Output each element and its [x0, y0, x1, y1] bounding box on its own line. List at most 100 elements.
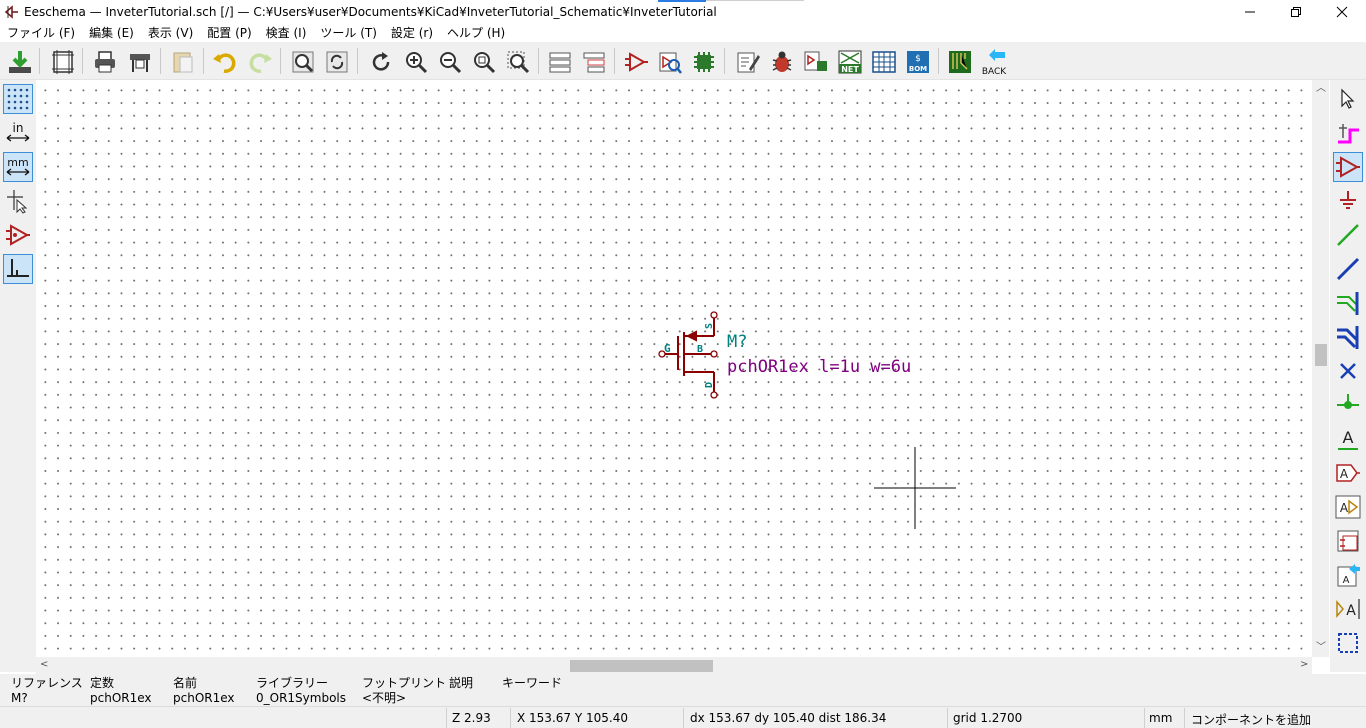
symbol-editor-button[interactable] [621, 47, 651, 77]
zoom-fit-icon [474, 52, 496, 74]
info-keywords-header: キーワード [502, 676, 563, 690]
no-connect-button[interactable] [1333, 356, 1363, 386]
ground-icon [1340, 191, 1356, 209]
leave-sheet-button[interactable] [579, 47, 609, 77]
info-library: ライブラリー 0_OR1Symbols [256, 676, 346, 706]
bus-to-bus-entry-button[interactable] [1333, 322, 1363, 352]
scroll-left-arrow-icon[interactable]: < [40, 660, 48, 670]
info-name: 名前 pchOR1ex [173, 676, 235, 706]
vertical-scroll-thumb[interactable] [1315, 344, 1327, 366]
minimize-button[interactable] [1227, 0, 1273, 24]
symbol-fields-table-button[interactable] [869, 47, 899, 77]
cursor-shape-button[interactable] [3, 186, 33, 216]
import-sheet-pin-button[interactable]: A [1333, 560, 1363, 590]
hierarchy-navigator-button[interactable] [545, 47, 575, 77]
pin-s-label: S [704, 323, 715, 329]
add-label-button[interactable]: A [1333, 424, 1363, 454]
menu-tools[interactable]: ツール (T) [313, 24, 384, 42]
add-bus-button[interactable] [1333, 254, 1363, 284]
symbol-library-browser-button[interactable] [655, 47, 685, 77]
menu-place[interactable]: 配置 (P) [200, 24, 258, 42]
menu-edit[interactable]: 編集 (E) [82, 24, 141, 42]
refresh-button[interactable] [366, 47, 396, 77]
footprint-editor-button[interactable] [689, 47, 719, 77]
back-annotate-button[interactable]: BACK [979, 47, 1009, 77]
wire-to-bus-entry-button[interactable] [1333, 288, 1363, 318]
zoom-in-button[interactable] [401, 47, 431, 77]
arrow-pointer-icon [1341, 88, 1355, 109]
units-mm-button[interactable]: mm [3, 152, 33, 182]
hidden-pins-button[interactable] [3, 220, 33, 250]
add-sheet-pin-button[interactable]: A [1333, 594, 1363, 624]
status-zoom: Z 2.93 [452, 711, 491, 725]
units-inch-button[interactable]: in [3, 118, 33, 148]
menu-help[interactable]: ヘルプ (H) [440, 24, 512, 42]
erc-button[interactable] [767, 47, 797, 77]
horizontal-scrollbar[interactable]: < > [36, 657, 1312, 674]
print-button[interactable] [90, 47, 120, 77]
global-label-icon: A [1336, 464, 1360, 482]
find-button[interactable] [288, 47, 318, 77]
paste-button[interactable] [168, 47, 198, 77]
scroll-up-arrow-icon[interactable]: ︿ [1316, 84, 1326, 94]
save-icon [9, 51, 31, 73]
undo-button[interactable] [210, 47, 240, 77]
vertical-scrollbar[interactable]: ︿ ﹀ [1312, 80, 1329, 657]
printer-icon [95, 51, 115, 73]
horizontal-scroll-thumb[interactable] [570, 660, 713, 672]
toolbar-separator [39, 48, 40, 74]
add-global-label-button[interactable]: A [1333, 458, 1363, 488]
scroll-right-arrow-icon[interactable]: > [1300, 660, 1308, 670]
grid-toggle-button[interactable] [3, 84, 33, 114]
add-hierarchical-sheet-button[interactable] [1333, 526, 1363, 556]
table-icon [872, 51, 896, 73]
bom-button[interactable]: $ BOM [903, 47, 933, 77]
add-wire-button[interactable] [1333, 220, 1363, 250]
add-junction-button[interactable] [1333, 390, 1363, 420]
find-replace-icon [326, 51, 348, 73]
menu-preferences[interactable]: 設定 (r) [384, 24, 440, 42]
info-footprint-header: フットプリント [362, 676, 447, 690]
add-power-button[interactable] [1333, 186, 1363, 216]
assign-footprints-button[interactable] [801, 47, 831, 77]
undo-icon [213, 53, 236, 73]
pmos-symbol[interactable]: G B S D [654, 308, 754, 400]
hierarchy-icon [549, 52, 571, 73]
zoom-fit-button[interactable] [469, 47, 499, 77]
zoom-selection-button[interactable] [503, 47, 533, 77]
pcb-icon [949, 51, 971, 73]
toolbar-separator [203, 48, 204, 74]
redo-button[interactable] [245, 47, 275, 77]
menu-view[interactable]: 表示 (V) [141, 24, 200, 42]
generate-netlist-button[interactable]: NET [835, 47, 865, 77]
annotate-button[interactable] [733, 47, 763, 77]
component-reference[interactable]: M? [727, 332, 747, 352]
menu-file[interactable]: ファイル (F) [0, 24, 82, 42]
find-replace-button[interactable] [322, 47, 352, 77]
status-separator [446, 708, 447, 728]
zoom-out-button[interactable] [435, 47, 465, 77]
plot-button[interactable] [125, 47, 155, 77]
select-tool-button[interactable] [1333, 84, 1363, 114]
info-footprint: フットプリント <不明> [362, 676, 446, 706]
units-mm-icon: mm [6, 156, 30, 176]
menu-inspect[interactable]: 検査 (I) [259, 24, 314, 42]
page-settings-button[interactable] [48, 47, 78, 77]
info-reference: リファレンス M? [11, 676, 83, 706]
schematic-canvas[interactable]: G B S D M? pchOR1ex l=1u w=6u [36, 80, 1312, 657]
status-grid: grid 1.2700 [953, 711, 1023, 725]
add-hierarchical-label-button[interactable]: A [1333, 492, 1363, 522]
orthogonal-lines-button[interactable] [3, 254, 33, 284]
wire-icon [1337, 224, 1359, 246]
close-button[interactable] [1319, 0, 1365, 24]
restore-button[interactable] [1273, 0, 1319, 24]
highlight-net-button[interactable] [1333, 118, 1363, 148]
pcbnew-button[interactable] [945, 47, 975, 77]
component-value[interactable]: pchOR1ex l=1u w=6u [727, 357, 911, 377]
scroll-down-arrow-icon[interactable]: ﹀ [1316, 643, 1326, 653]
add-graphic-lines-button[interactable] [1333, 628, 1363, 658]
save-button[interactable] [5, 47, 35, 77]
add-symbol-button[interactable] [1333, 152, 1363, 182]
label-glyph: A [1343, 428, 1354, 447]
junction-icon [1337, 394, 1359, 409]
